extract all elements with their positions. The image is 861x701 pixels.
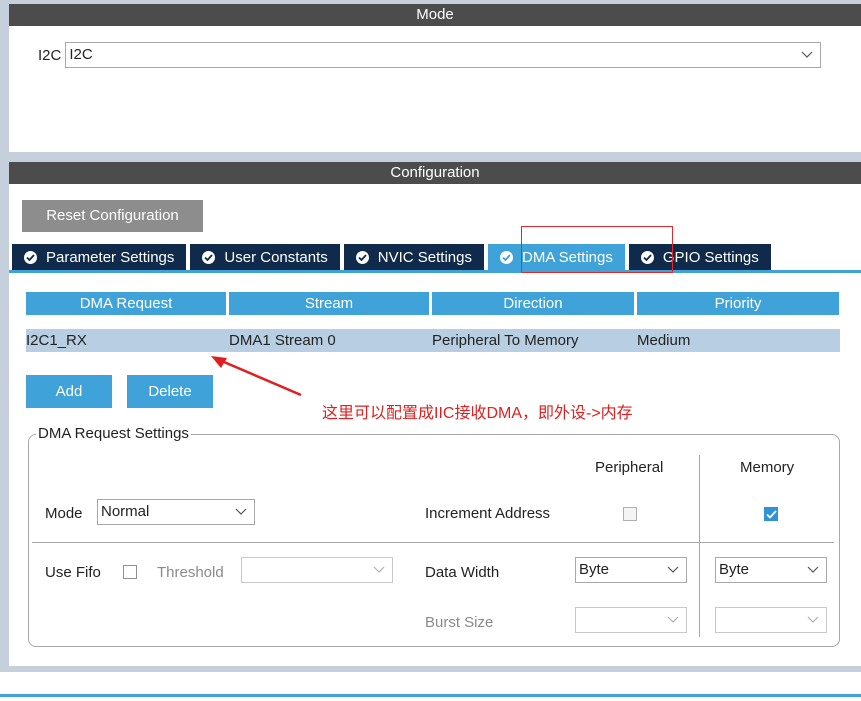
- dma-table-header: DMA Request Stream Direction Priority: [26, 292, 839, 315]
- memory-column-label: Memory: [740, 459, 795, 476]
- configuration-header: Configuration: [9, 162, 861, 184]
- dma-request-settings-group: DMA Request Settings Peripheral Memory M…: [28, 425, 840, 647]
- burst-size-label: Burst Size: [425, 614, 494, 631]
- i2c-mode-row: I2C I2C: [38, 42, 822, 68]
- tab-label: GPIO Settings: [662, 248, 759, 266]
- add-button[interactable]: Add: [26, 375, 112, 408]
- column-header-stream[interactable]: Stream: [229, 292, 429, 315]
- mode-label: Mode: [45, 505, 83, 522]
- tab-user-constants[interactable]: User Constants: [190, 244, 340, 270]
- peripheral-data-width-value: Byte: [579, 561, 610, 578]
- chevron-down-icon: [800, 43, 814, 67]
- chevron-down-icon: [372, 558, 386, 582]
- annotation-text: 这里可以配置成IIC接收DMA，即外设->内存: [322, 405, 633, 422]
- configuration-panel: Configuration Reset Configuration Parame…: [9, 162, 861, 666]
- threshold-select[interactable]: [241, 557, 393, 583]
- column-header-dma-request[interactable]: DMA Request: [26, 292, 226, 315]
- tab-parameter-settings[interactable]: Parameter Settings: [12, 244, 187, 270]
- column-header-priority[interactable]: Priority: [637, 292, 839, 315]
- mode-value: Normal: [101, 503, 150, 520]
- bottom-accent-line: [0, 694, 861, 697]
- increment-address-label: Increment Address: [425, 505, 551, 522]
- memory-data-width-value: Byte: [719, 561, 750, 578]
- check-circle-icon: [355, 250, 369, 264]
- check-circle-icon: [500, 250, 513, 264]
- chevron-down-icon: [806, 608, 820, 632]
- use-fifo-checkbox[interactable]: [123, 565, 137, 579]
- group-title: DMA Request Settings: [36, 425, 191, 442]
- peripheral-column-label: Peripheral: [595, 459, 664, 476]
- threshold-label: Threshold: [157, 564, 224, 581]
- cell-stream: DMA1 Stream 0: [229, 332, 336, 349]
- column-header-direction[interactable]: Direction: [432, 292, 634, 315]
- peripheral-data-width-select[interactable]: Byte: [575, 557, 687, 583]
- memory-data-width-select[interactable]: Byte: [715, 557, 827, 583]
- chevron-down-icon: [666, 608, 680, 632]
- mode-select[interactable]: Normal: [97, 499, 255, 525]
- tab-underline: [9, 270, 861, 273]
- check-circle-icon: [202, 250, 216, 264]
- i2c-mode-select[interactable]: I2C: [65, 42, 822, 68]
- memory-increment-checkbox[interactable]: [764, 507, 778, 521]
- annotation-highlight-box: [521, 226, 673, 273]
- column-divider: [699, 455, 700, 637]
- memory-burst-size-select[interactable]: [715, 607, 827, 633]
- mode-header: Mode: [9, 4, 861, 26]
- annotation-arrow: [211, 356, 302, 397]
- chevron-down-icon: [666, 558, 680, 582]
- tab-nvic-settings[interactable]: NVIC Settings: [343, 244, 484, 270]
- data-width-label: Data Width: [425, 564, 500, 581]
- peripheral-increment-checkbox[interactable]: [623, 507, 637, 521]
- cell-direction: Peripheral To Memory: [432, 332, 579, 349]
- group-divider: [32, 542, 834, 543]
- i2c-label: I2C: [38, 46, 62, 64]
- delete-button[interactable]: Delete: [127, 375, 213, 408]
- chevron-down-icon: [234, 500, 248, 524]
- peripheral-burst-size-select[interactable]: [575, 607, 687, 633]
- tab-label: User Constants: [224, 248, 328, 266]
- tab-label: NVIC Settings: [377, 248, 472, 266]
- use-fifo-label: Use Fifo: [45, 564, 101, 581]
- check-circle-icon: [24, 250, 37, 264]
- table-row[interactable]: I2C1_RX DMA1 Stream 0 Peripheral To Memo…: [26, 329, 840, 352]
- chevron-down-icon: [806, 558, 820, 582]
- tab-label: Parameter Settings: [46, 248, 175, 266]
- reset-configuration-button[interactable]: Reset Configuration: [22, 200, 203, 232]
- cell-dma-request: I2C1_RX: [26, 332, 87, 349]
- cell-priority: Medium: [637, 332, 691, 349]
- i2c-mode-value: I2C: [69, 46, 93, 63]
- mode-panel: Mode I2C I2C: [9, 4, 861, 152]
